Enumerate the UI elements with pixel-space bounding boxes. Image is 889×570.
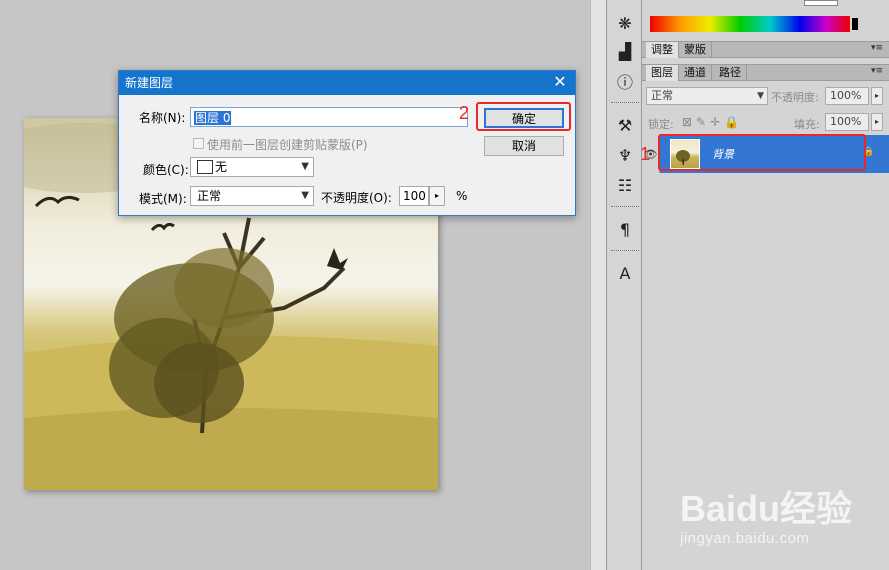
panel-icon-strip: ❋ ▟ ⓘ ⚒ ♆ ☷ ¶ A <box>606 0 642 570</box>
tools-preset-icon[interactable]: ⚒ <box>613 114 637 136</box>
fill-arrow-icon[interactable]: ▸ <box>871 113 883 131</box>
clone-source-icon[interactable]: ♆ <box>613 144 637 166</box>
lock-icons[interactable]: ⊠✎✛🔒 <box>682 115 743 129</box>
opacity-input[interactable]: 100 <box>399 186 429 206</box>
opacity-label: 不透明度: <box>771 91 819 104</box>
color-value: 无 <box>215 160 228 174</box>
chevron-down-icon: ▼ <box>301 190 309 201</box>
annotation-box-2 <box>476 102 571 131</box>
color-label: 颜色(C): <box>143 163 189 177</box>
watermark-url: jingyan.baidu.com <box>680 530 810 547</box>
opacity-field[interactable]: 100% <box>825 87 869 105</box>
blend-mode-value: 正常 <box>651 89 673 102</box>
strip-divider <box>611 102 639 105</box>
clip-mask-label: 使用前一图层创建剪贴蒙版(P) <box>207 138 368 152</box>
tab-adjust[interactable]: 调整 <box>646 42 679 58</box>
cancel-button[interactable]: 取消 <box>484 136 564 156</box>
opacity-label: 不透明度(O): <box>321 191 392 205</box>
name-value: 图层 0 <box>194 111 232 125</box>
annotation-number-1: 1 <box>640 144 651 164</box>
dialog-title: 新建图层 <box>119 71 575 95</box>
tab-layers[interactable]: 图层 <box>646 65 679 81</box>
tab-paths[interactable]: 路径 <box>714 65 747 81</box>
tab-channels[interactable]: 通道 <box>679 65 712 81</box>
color-value-box[interactable] <box>804 0 838 6</box>
blend-mode-select[interactable]: 正常 ▼ <box>646 87 768 105</box>
name-label: 名称(N): <box>139 111 186 125</box>
watermark: Baidu经验 jingyan.baidu.com <box>680 480 880 560</box>
color-select[interactable]: 无 ▼ <box>190 157 314 177</box>
opacity-unit: % <box>456 189 468 203</box>
color-spectrum-bar[interactable] <box>650 16 858 32</box>
character-icon[interactable]: A <box>613 262 637 284</box>
tab-mask[interactable]: 蒙版 <box>679 42 712 58</box>
mode-select[interactable]: 正常 ▼ <box>190 186 314 206</box>
close-icon[interactable]: ✕ <box>553 71 567 95</box>
opacity-arrow-icon[interactable]: ▸ <box>429 186 445 206</box>
panel-splitter[interactable] <box>590 0 606 570</box>
mode-label: 模式(M): <box>139 192 187 206</box>
color-swatch <box>197 160 213 174</box>
clip-mask-checkbox[interactable] <box>193 138 204 149</box>
info-icon[interactable]: ⓘ <box>613 70 637 92</box>
sun-wheel-icon[interactable]: ❋ <box>613 12 637 34</box>
panel-menu-icon[interactable]: ▾≡ <box>871 66 883 76</box>
chevron-down-icon: ▼ <box>301 161 309 172</box>
strip-divider <box>611 250 639 253</box>
layer-name-input[interactable]: 图层 0 <box>190 107 468 127</box>
stamp-icon[interactable]: ☷ <box>613 174 637 196</box>
panel-menu-icon[interactable]: ▾≡ <box>871 43 883 53</box>
lock-label: 锁定: <box>648 118 674 131</box>
new-layer-dialog: 新建图层 ✕ 名称(N): 图层 0 使用前一图层创建剪贴蒙版(P) 颜色(C)… <box>118 70 576 216</box>
watermark-logo: Baidu经验 <box>680 488 853 529</box>
fill-field[interactable]: 100% <box>825 113 869 131</box>
layer-options: 正常 ▼ 不透明度: 100% ▸ 锁定: ⊠✎✛🔒 填充: 100% ▸ <box>642 84 889 134</box>
adjust-tabs: 调整 蒙版 ▾≡ <box>642 41 889 58</box>
strip-divider <box>611 206 639 209</box>
annotation-box-1 <box>658 134 866 171</box>
fill-label: 填充: <box>794 118 820 131</box>
paragraph-icon[interactable]: ¶ <box>613 218 637 240</box>
annotation-number-2: 2 <box>459 103 470 123</box>
opacity-arrow-icon[interactable]: ▸ <box>871 87 883 105</box>
histogram-icon[interactable]: ▟ <box>613 40 637 62</box>
chevron-down-icon: ▼ <box>757 91 764 101</box>
mode-value: 正常 <box>197 189 222 203</box>
layer-tabs: 图层 通道 路径 ▾≡ <box>642 64 889 81</box>
